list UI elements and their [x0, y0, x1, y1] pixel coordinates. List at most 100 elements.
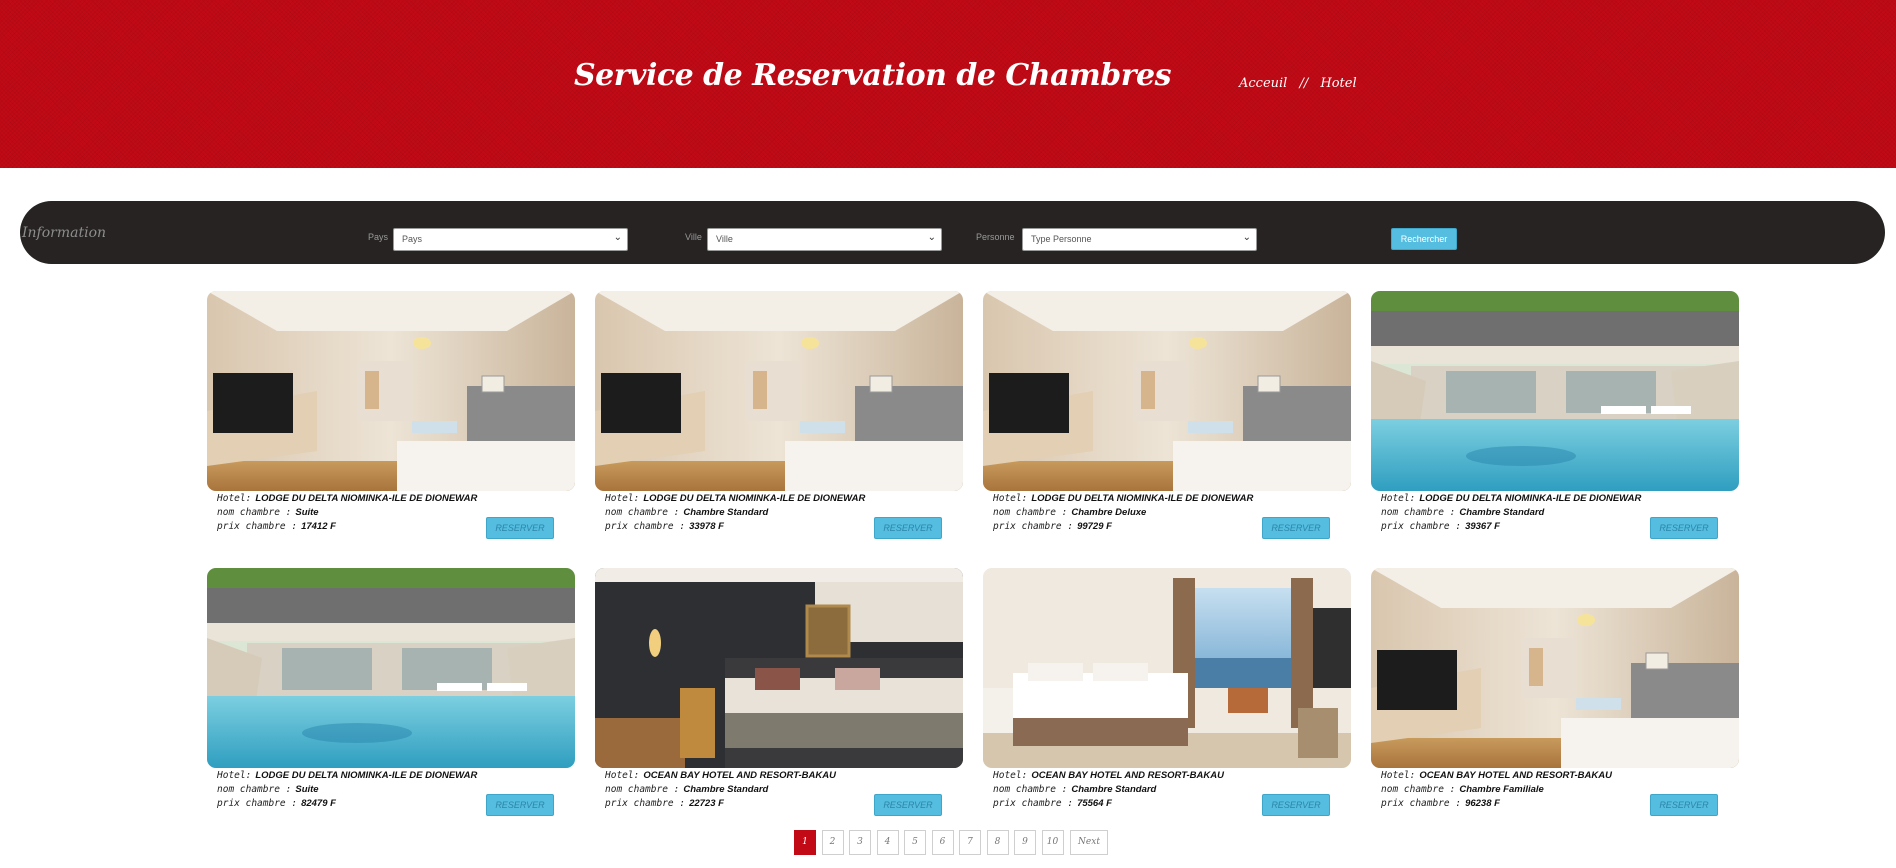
room-card: Hotel: OCEAN BAY HOTEL AND RESORT-BAKAU no… — [595, 568, 963, 818]
hotel-name-label: Hotel: — [605, 770, 640, 781]
chevron-down-icon: ⌄ — [1242, 232, 1251, 243]
page-link-10[interactable]: 10 — [1041, 830, 1064, 855]
page-link-1[interactable]: 1 — [794, 830, 816, 855]
room-name-label: nom chambre : — [217, 784, 292, 795]
next-page-link[interactable]: Next — [1070, 830, 1108, 855]
room-name-line: nom chambre : Chambre Standard — [605, 784, 768, 795]
room-name-value: Chambre Standard — [683, 784, 769, 795]
room-card: Hotel: LODGE DU DELTA NIOMINKA-ILE DE DIO… — [595, 291, 963, 541]
room-name-label: nom chambre : — [993, 507, 1068, 518]
page-link-8[interactable]: 8 — [986, 830, 1009, 855]
room-price-value: 75564 F — [1077, 798, 1112, 809]
pays-select[interactable]: Pays ⌄ — [393, 228, 628, 251]
page-link-9[interactable]: 9 — [1014, 830, 1036, 855]
hotel-name-line: Hotel: LODGE DU DELTA NIOMINKA-ILE DE DIO… — [217, 493, 477, 504]
filter-bar: Information Pays Ville Personne — [20, 201, 1885, 264]
hotel-name-value: OCEAN BAY HOTEL AND RESORT-BAKAU — [1419, 770, 1612, 781]
reserve-button[interactable]: RESERVER — [1650, 794, 1718, 816]
room-price-line: prix chambre :17412 F — [217, 521, 336, 532]
room-price-line: prix chambre :33978 F — [605, 521, 724, 532]
room-name-line: nom chambre : Chambre Standard — [993, 784, 1156, 795]
breadcrumb: Acceuil // Hotel — [1239, 76, 1357, 91]
room-name-line: nom chambre : Suite — [217, 507, 319, 518]
room-photo[interactable] — [983, 291, 1351, 491]
page-link-2[interactable]: 2 — [821, 830, 844, 855]
room-photo[interactable] — [595, 568, 963, 768]
room-photo[interactable] — [983, 568, 1351, 768]
personne-select-value: Type Personne — [1031, 234, 1092, 244]
ville-select-value: Ville — [716, 234, 733, 244]
hotel-name-label: Hotel: — [605, 493, 640, 504]
breadcrumb-separator: // — [1299, 76, 1309, 91]
page-link-7[interactable]: 7 — [959, 830, 981, 855]
hotel-name-label: Hotel: — [217, 770, 252, 781]
site-header: Service de Reservation de Chambres Acceu… — [0, 0, 1896, 168]
room-price-label: prix chambre : — [605, 798, 686, 809]
room-name-label: nom chambre : — [1381, 784, 1456, 795]
room-price-value: 99729 F — [1077, 521, 1112, 532]
reserve-button[interactable]: RESERVER — [874, 517, 942, 539]
reserve-button[interactable]: RESERVER — [874, 794, 942, 816]
personne-label: Personne — [976, 232, 1015, 242]
room-name-value: Chambre Standard — [1071, 784, 1157, 795]
reserve-button[interactable]: RESERVER — [486, 794, 554, 816]
room-price-value: 39367 F — [1465, 521, 1500, 532]
reserve-button[interactable]: RESERVER — [1262, 517, 1330, 539]
room-name-line: nom chambre : Chambre Familiale — [1381, 784, 1544, 795]
filter-section-title: Information — [22, 225, 107, 241]
room-price-value: 33978 F — [689, 521, 724, 532]
room-photo[interactable] — [207, 291, 575, 491]
page-link-3[interactable]: 3 — [849, 830, 871, 855]
ville-select[interactable]: Ville ⌄ — [707, 228, 942, 251]
page-link-4[interactable]: 4 — [876, 830, 899, 855]
hotel-name-value: LODGE DU DELTA NIOMINKA-ILE DE DIONEWAR — [1419, 493, 1642, 504]
personne-select[interactable]: Type Personne ⌄ — [1022, 228, 1257, 251]
reserve-button[interactable]: RESERVER — [486, 517, 554, 539]
breadcrumb-home-link[interactable]: Acceuil — [1239, 76, 1287, 91]
room-card: Hotel: LODGE DU DELTA NIOMINKA-ILE DE DIO… — [1371, 291, 1739, 541]
reserve-button[interactable]: RESERVER — [1262, 794, 1330, 816]
room-name-label: nom chambre : — [605, 784, 680, 795]
hotel-name-value: OCEAN BAY HOTEL AND RESORT-BAKAU — [1031, 770, 1224, 781]
hotel-name-label: Hotel: — [993, 493, 1028, 504]
room-name-line: nom chambre : Chambre Standard — [1381, 507, 1544, 518]
chevron-down-icon: ⌄ — [613, 232, 622, 243]
room-price-line: prix chambre :99729 F — [993, 521, 1112, 532]
room-price-label: prix chambre : — [1381, 521, 1462, 532]
room-price-line: prix chambre :39367 F — [1381, 521, 1500, 532]
hotel-name-line: Hotel: LODGE DU DELTA NIOMINKA-ILE DE DIO… — [993, 493, 1253, 504]
page-link-6[interactable]: 6 — [931, 830, 954, 855]
room-price-line: prix chambre :22723 F — [605, 798, 724, 809]
pays-label: Pays — [368, 232, 389, 242]
hotel-name-line: Hotel: LODGE DU DELTA NIOMINKA-ILE DE DIO… — [217, 770, 477, 781]
room-name-value: Chambre Standard — [1459, 507, 1545, 518]
room-price-label: prix chambre : — [993, 798, 1074, 809]
room-photo[interactable] — [595, 291, 963, 491]
room-photo[interactable] — [1371, 568, 1739, 768]
breadcrumb-current-link[interactable]: Hotel — [1320, 76, 1356, 91]
hotel-name-value: OCEAN BAY HOTEL AND RESORT-BAKAU — [643, 770, 836, 781]
room-price-label: prix chambre : — [993, 521, 1074, 532]
hotel-name-line: Hotel: LODGE DU DELTA NIOMINKA-ILE DE DIO… — [1381, 493, 1641, 504]
room-card: Hotel: OCEAN BAY HOTEL AND RESORT-BAKAU no… — [1371, 568, 1739, 818]
room-name-line: nom chambre : Suite — [217, 784, 319, 795]
room-price-label: prix chambre : — [217, 798, 298, 809]
room-name-value: Suite — [295, 507, 319, 518]
hotel-name-value: LODGE DU DELTA NIOMINKA-ILE DE DIONEWAR — [255, 770, 478, 781]
site-title: Service de Reservation de Chambres — [574, 58, 1172, 93]
page-link-5[interactable]: 5 — [904, 830, 926, 855]
room-name-value: Chambre Standard — [683, 507, 769, 518]
room-name-label: nom chambre : — [217, 507, 292, 518]
room-price-line: prix chambre :75564 F — [993, 798, 1112, 809]
room-photo[interactable] — [1371, 291, 1739, 491]
room-price-value: 22723 F — [689, 798, 724, 809]
room-name-label: nom chambre : — [993, 784, 1068, 795]
hotel-name-label: Hotel: — [1381, 770, 1416, 781]
room-price-label: prix chambre : — [217, 521, 298, 532]
reserve-button[interactable]: RESERVER — [1650, 517, 1718, 539]
room-photo[interactable] — [207, 568, 575, 768]
room-price-line: prix chambre :96238 F — [1381, 798, 1500, 809]
room-card: Hotel: LODGE DU DELTA NIOMINKA-ILE DE DIO… — [207, 291, 575, 541]
ville-label: Ville — [685, 232, 702, 242]
search-button[interactable]: Rechercher — [1391, 228, 1457, 250]
